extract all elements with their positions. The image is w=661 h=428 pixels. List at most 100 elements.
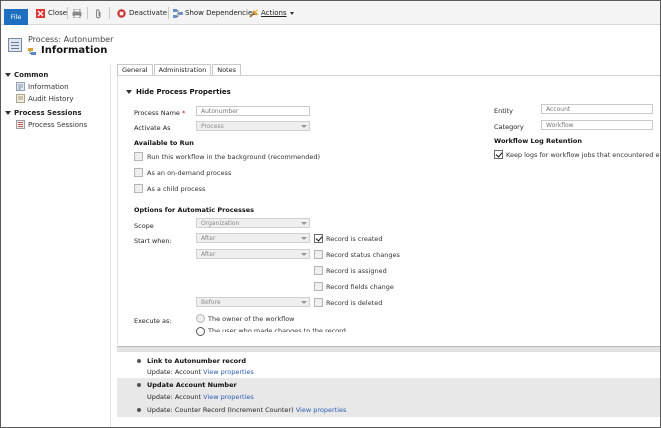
page-title: Information bbox=[41, 45, 108, 56]
record-status-changes-checkbox[interactable] bbox=[314, 250, 323, 259]
chevron-down-icon bbox=[301, 237, 307, 240]
nav-section-label: Common bbox=[14, 71, 49, 79]
nav-item-label: Process Sessions bbox=[28, 120, 88, 129]
ribbon-toolbar: File Close Deactivate Show Dependencies … bbox=[1, 1, 660, 25]
step-bullet bbox=[137, 382, 141, 387]
close-icon bbox=[36, 8, 45, 18]
collapse-arrow-icon bbox=[5, 73, 11, 77]
record-fields-change-checkbox[interactable] bbox=[314, 282, 323, 291]
view-properties-link[interactable]: View properties bbox=[203, 368, 254, 376]
workflow-steps-panel: Link to Autonumber record Update: Accoun… bbox=[117, 346, 660, 427]
ribbon-separator bbox=[67, 7, 68, 19]
category-label: Category bbox=[494, 123, 524, 131]
process-title-icon bbox=[28, 47, 37, 56]
process-name-label: Process Name * bbox=[134, 109, 186, 117]
show-dependencies-label: Show Dependencies bbox=[185, 9, 256, 17]
actions-menu-button[interactable]: Actions bbox=[249, 7, 294, 19]
execute-owner-radio[interactable] bbox=[196, 314, 205, 323]
left-navigation: Common Information Audit History Process… bbox=[1, 65, 111, 427]
close-button[interactable]: Close bbox=[36, 7, 67, 19]
chevron-down-icon bbox=[301, 125, 307, 128]
start-when-select-3[interactable]: Before bbox=[196, 297, 310, 307]
record-created-label: Record is created bbox=[326, 235, 383, 243]
form-content: Hide Process Properties Process Name * A… bbox=[117, 75, 660, 345]
file-tab[interactable]: File bbox=[4, 9, 28, 25]
step-update-text: Update: Counter Record (Increment Counte… bbox=[147, 406, 347, 414]
execute-user-label: The user who made changes to the record bbox=[208, 327, 346, 332]
on-demand-checkbox[interactable] bbox=[134, 168, 143, 177]
ribbon-separator bbox=[87, 7, 88, 19]
section-toggle[interactable]: Hide Process Properties bbox=[126, 88, 231, 96]
process-name-field[interactable]: Autonumber bbox=[196, 106, 310, 116]
tab-administration[interactable]: Administration bbox=[153, 64, 212, 75]
category-field[interactable]: Workflow bbox=[541, 120, 653, 130]
print-icon bbox=[72, 8, 82, 18]
child-process-checkbox[interactable] bbox=[134, 184, 143, 193]
step-bullet bbox=[137, 358, 141, 363]
run-background-label: Run this workflow in the background (rec… bbox=[147, 153, 321, 161]
chevron-down-icon bbox=[301, 222, 307, 225]
run-background-checkbox[interactable] bbox=[134, 152, 143, 161]
start-when-select-2[interactable]: After bbox=[196, 249, 310, 259]
paperclip-icon bbox=[95, 8, 104, 18]
scope-select[interactable]: Organization bbox=[196, 218, 310, 228]
view-properties-link[interactable]: View properties bbox=[296, 406, 347, 414]
required-marker: * bbox=[181, 109, 186, 117]
show-dependencies-button[interactable]: Show Dependencies bbox=[173, 7, 256, 19]
tab-general[interactable]: General bbox=[117, 64, 153, 75]
activate-as-select[interactable]: Process bbox=[196, 121, 310, 131]
record-deleted-label: Record is deleted bbox=[326, 299, 383, 307]
execute-as-label: Execute as: bbox=[134, 317, 172, 325]
tab-notes[interactable]: Notes bbox=[212, 64, 241, 75]
record-created-checkbox[interactable] bbox=[314, 234, 323, 243]
nav-section-label: Process Sessions bbox=[14, 109, 82, 117]
chevron-down-icon bbox=[289, 11, 294, 15]
execute-owner-label: The owner of the workflow bbox=[208, 315, 295, 323]
step-bullet bbox=[137, 408, 141, 412]
start-when-select-1[interactable]: After bbox=[196, 233, 310, 243]
execute-user-radio[interactable] bbox=[196, 327, 205, 336]
process-subtitle: Process: Autonumber bbox=[28, 35, 114, 44]
nav-section-common[interactable]: Common bbox=[5, 71, 48, 79]
process-sessions-icon bbox=[16, 120, 25, 129]
record-deleted-checkbox[interactable] bbox=[314, 298, 323, 307]
step-row: Update: Account View properties bbox=[117, 365, 660, 378]
nav-section-process-sessions[interactable]: Process Sessions bbox=[5, 109, 82, 117]
steps-toolbar bbox=[117, 347, 660, 352]
nav-item-process-sessions[interactable]: Process Sessions bbox=[16, 120, 87, 129]
ribbon-separator bbox=[109, 7, 110, 19]
ribbon-separator bbox=[168, 7, 169, 19]
record-assigned-checkbox[interactable] bbox=[314, 266, 323, 275]
entity-field[interactable]: Account bbox=[541, 104, 653, 114]
print-button[interactable] bbox=[72, 7, 82, 19]
child-process-label: As a child process bbox=[147, 185, 206, 193]
nav-item-information[interactable]: Information bbox=[16, 82, 69, 91]
chevron-down-icon bbox=[301, 301, 307, 304]
deactivate-label: Deactivate bbox=[129, 9, 168, 17]
retention-heading: Workflow Log Retention bbox=[494, 137, 582, 145]
record-assigned-label: Record is assigned bbox=[326, 267, 387, 275]
step-row: Update: Account View properties bbox=[117, 390, 660, 403]
close-label: Close bbox=[48, 9, 68, 17]
activate-as-label: Activate As bbox=[134, 124, 171, 132]
step-row[interactable]: Update: Counter Record (Increment Counte… bbox=[117, 403, 660, 417]
keep-logs-checkbox[interactable] bbox=[494, 150, 503, 159]
deactivate-icon bbox=[117, 8, 126, 18]
section-title: Hide Process Properties bbox=[136, 88, 231, 96]
collapse-arrow-icon bbox=[5, 111, 11, 115]
information-icon bbox=[16, 82, 25, 91]
workflow-form-window: File Close Deactivate Show Dependencies … bbox=[0, 0, 661, 428]
form-tabs: General Administration Notes bbox=[117, 64, 242, 75]
process-icon bbox=[8, 38, 22, 52]
available-to-run-heading: Available to Run bbox=[134, 139, 194, 147]
nav-item-audit-history[interactable]: Audit History bbox=[16, 94, 74, 103]
scope-label: Scope bbox=[134, 222, 154, 230]
audit-history-icon bbox=[16, 94, 25, 103]
start-when-label: Start when: bbox=[134, 237, 172, 245]
attach-button[interactable] bbox=[95, 7, 104, 19]
record-fields-change-label: Record fields change bbox=[326, 283, 394, 291]
deactivate-button[interactable]: Deactivate bbox=[117, 7, 167, 19]
nav-item-label: Audit History bbox=[28, 94, 74, 103]
view-properties-link[interactable]: View properties bbox=[203, 393, 254, 401]
keep-logs-label: Keep logs for workflow jobs that encount… bbox=[506, 151, 661, 159]
